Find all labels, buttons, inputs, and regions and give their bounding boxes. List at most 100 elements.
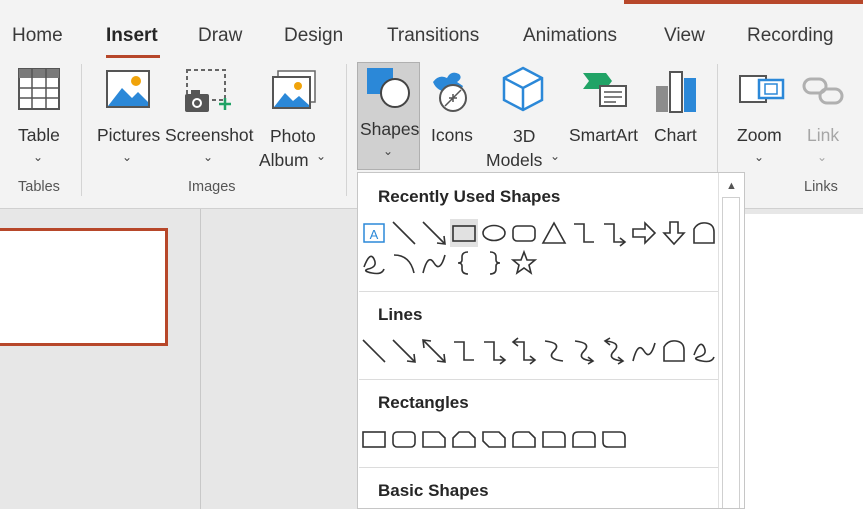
chevron-down-icon: ⌄ bbox=[316, 149, 327, 163]
oval-shape[interactable] bbox=[480, 219, 508, 247]
curve-shape[interactable] bbox=[630, 337, 658, 365]
double-arrow-line-shape[interactable] bbox=[420, 337, 448, 365]
elbow-arrow-connector-shape[interactable] bbox=[480, 337, 508, 365]
right-arrow-shape[interactable] bbox=[630, 219, 658, 247]
group-label-links: Links bbox=[804, 179, 838, 195]
gallery-scrollbar[interactable]: ▲ bbox=[718, 173, 744, 508]
round-same-side-corner-rectangle-shape[interactable] bbox=[570, 425, 598, 453]
ribbon-tabs: Home Insert Draw Design Transitions Anim… bbox=[0, 8, 863, 58]
icons-button[interactable]: Icons bbox=[427, 64, 477, 172]
zoom-icon bbox=[739, 75, 785, 103]
photo-album-label-line2: Album bbox=[259, 150, 309, 170]
link-label: Link bbox=[807, 125, 840, 145]
section-header-basic: Basic Shapes bbox=[378, 481, 489, 500]
link-icon bbox=[802, 77, 844, 105]
scroll-thumb[interactable] bbox=[722, 197, 740, 508]
rounded-rectangle-shape[interactable] bbox=[510, 219, 538, 247]
chart-icon bbox=[656, 71, 696, 113]
pictures-icon bbox=[106, 70, 150, 108]
scribble-shape[interactable] bbox=[360, 249, 388, 277]
rounded-rectangle-shape[interactable] bbox=[390, 425, 418, 453]
tab-insert[interactable]: Insert bbox=[106, 25, 158, 47]
tab-draw[interactable]: Draw bbox=[198, 25, 242, 47]
chevron-down-icon: ⌄ bbox=[817, 150, 828, 164]
arc-shape[interactable] bbox=[390, 249, 418, 277]
pictures-label: Pictures bbox=[97, 125, 161, 145]
photo-album-button[interactable]: Photo Album ⌄ bbox=[258, 64, 330, 172]
pictures-button[interactable]: Pictures ⌄ bbox=[96, 64, 160, 172]
snip-same-side-corner-rectangle-shape[interactable] bbox=[450, 425, 478, 453]
chevron-down-icon: ⌄ bbox=[33, 150, 44, 164]
left-brace-shape[interactable] bbox=[450, 249, 478, 277]
shapes-button[interactable]: Shapes ⌄ bbox=[357, 62, 420, 170]
down-arrow-shape[interactable] bbox=[660, 219, 688, 247]
table-label: Table bbox=[18, 125, 60, 145]
arrow-line-shape[interactable] bbox=[390, 337, 418, 365]
elbow-connector-shape[interactable] bbox=[450, 337, 478, 365]
table-button[interactable]: Table ⌄ bbox=[10, 64, 70, 172]
tab-animations[interactable]: Animations bbox=[523, 25, 617, 47]
group-label-images: Images bbox=[188, 179, 236, 195]
snip-round-rectangle-shape[interactable] bbox=[510, 425, 538, 453]
section-divider bbox=[359, 291, 719, 292]
smartart-button[interactable]: SmartArt bbox=[566, 64, 644, 172]
section-header-recent: Recently Used Shapes bbox=[378, 187, 561, 206]
tab-home[interactable]: Home bbox=[12, 25, 63, 47]
tab-recording[interactable]: Recording bbox=[747, 25, 834, 47]
line-shape[interactable] bbox=[360, 337, 388, 365]
smartart-label: SmartArt bbox=[569, 125, 639, 145]
snip-single-corner-rectangle-shape[interactable] bbox=[420, 425, 448, 453]
tab-view[interactable]: View bbox=[664, 25, 705, 47]
freeform-shape[interactable] bbox=[690, 219, 718, 247]
elbow-double-arrow-connector-shape[interactable] bbox=[510, 337, 538, 365]
round-diagonal-corner-rectangle-shape[interactable] bbox=[600, 425, 628, 453]
scroll-up-arrow-icon[interactable]: ▲ bbox=[726, 180, 737, 192]
slide-thumbnail[interactable] bbox=[0, 228, 168, 346]
snip-diagonal-corner-rectangle-shape[interactable] bbox=[480, 425, 508, 453]
text-box-shape[interactable]: A bbox=[360, 219, 388, 247]
triangle-shape[interactable] bbox=[540, 219, 568, 247]
chevron-down-icon: ⌄ bbox=[383, 144, 394, 158]
3d-models-label-line2: Models bbox=[486, 150, 543, 170]
screenshot-button[interactable]: Screenshot ⌄ bbox=[165, 64, 254, 172]
tab-transitions[interactable]: Transitions bbox=[387, 25, 479, 47]
curved-connector-shape[interactable] bbox=[540, 337, 568, 365]
3d-models-button[interactable]: 3D Models ⌄ bbox=[486, 64, 562, 172]
title-bar-accent bbox=[624, 0, 863, 4]
group-label-tables: Tables bbox=[18, 179, 60, 195]
group-separator bbox=[346, 64, 347, 196]
shapes-icon bbox=[367, 68, 410, 108]
3d-cube-icon bbox=[502, 66, 544, 112]
screenshot-icon bbox=[185, 69, 231, 112]
section-divider bbox=[359, 467, 719, 468]
title-bar-strip bbox=[0, 0, 863, 8]
3d-models-label-line1: 3D bbox=[513, 126, 536, 146]
zoom-label: Zoom bbox=[737, 125, 782, 145]
link-button[interactable]: Link ⌄ bbox=[802, 64, 846, 172]
scribble-shape[interactable] bbox=[690, 337, 718, 365]
chart-label: Chart bbox=[654, 125, 697, 145]
slide-canvas[interactable] bbox=[745, 214, 863, 509]
rectangle-shape[interactable] bbox=[360, 425, 388, 453]
right-brace-shape[interactable] bbox=[480, 249, 508, 277]
round-single-corner-rectangle-shape[interactable] bbox=[540, 425, 568, 453]
curve-shape[interactable] bbox=[420, 249, 448, 277]
group-separator bbox=[81, 64, 82, 196]
screenshot-label: Screenshot bbox=[165, 125, 254, 145]
svg-text:A: A bbox=[370, 227, 379, 242]
icons-icon bbox=[433, 72, 467, 112]
line-shape[interactable] bbox=[390, 219, 418, 247]
curved-double-arrow-connector-shape[interactable] bbox=[600, 337, 628, 365]
chart-button[interactable]: Chart bbox=[650, 64, 702, 172]
arrow-line-shape[interactable] bbox=[420, 219, 448, 247]
chevron-down-icon: ⌄ bbox=[122, 150, 133, 164]
zoom-button[interactable]: Zoom ⌄ bbox=[734, 64, 788, 172]
curved-arrow-connector-shape[interactable] bbox=[570, 337, 598, 365]
elbow-connector-shape[interactable] bbox=[570, 219, 598, 247]
tab-design[interactable]: Design bbox=[284, 25, 343, 47]
freeform-shape[interactable] bbox=[660, 337, 688, 365]
star-shape[interactable] bbox=[510, 249, 538, 277]
table-icon bbox=[18, 68, 60, 110]
rectangle-shape[interactable] bbox=[450, 219, 478, 247]
elbow-arrow-connector-shape[interactable] bbox=[600, 219, 628, 247]
